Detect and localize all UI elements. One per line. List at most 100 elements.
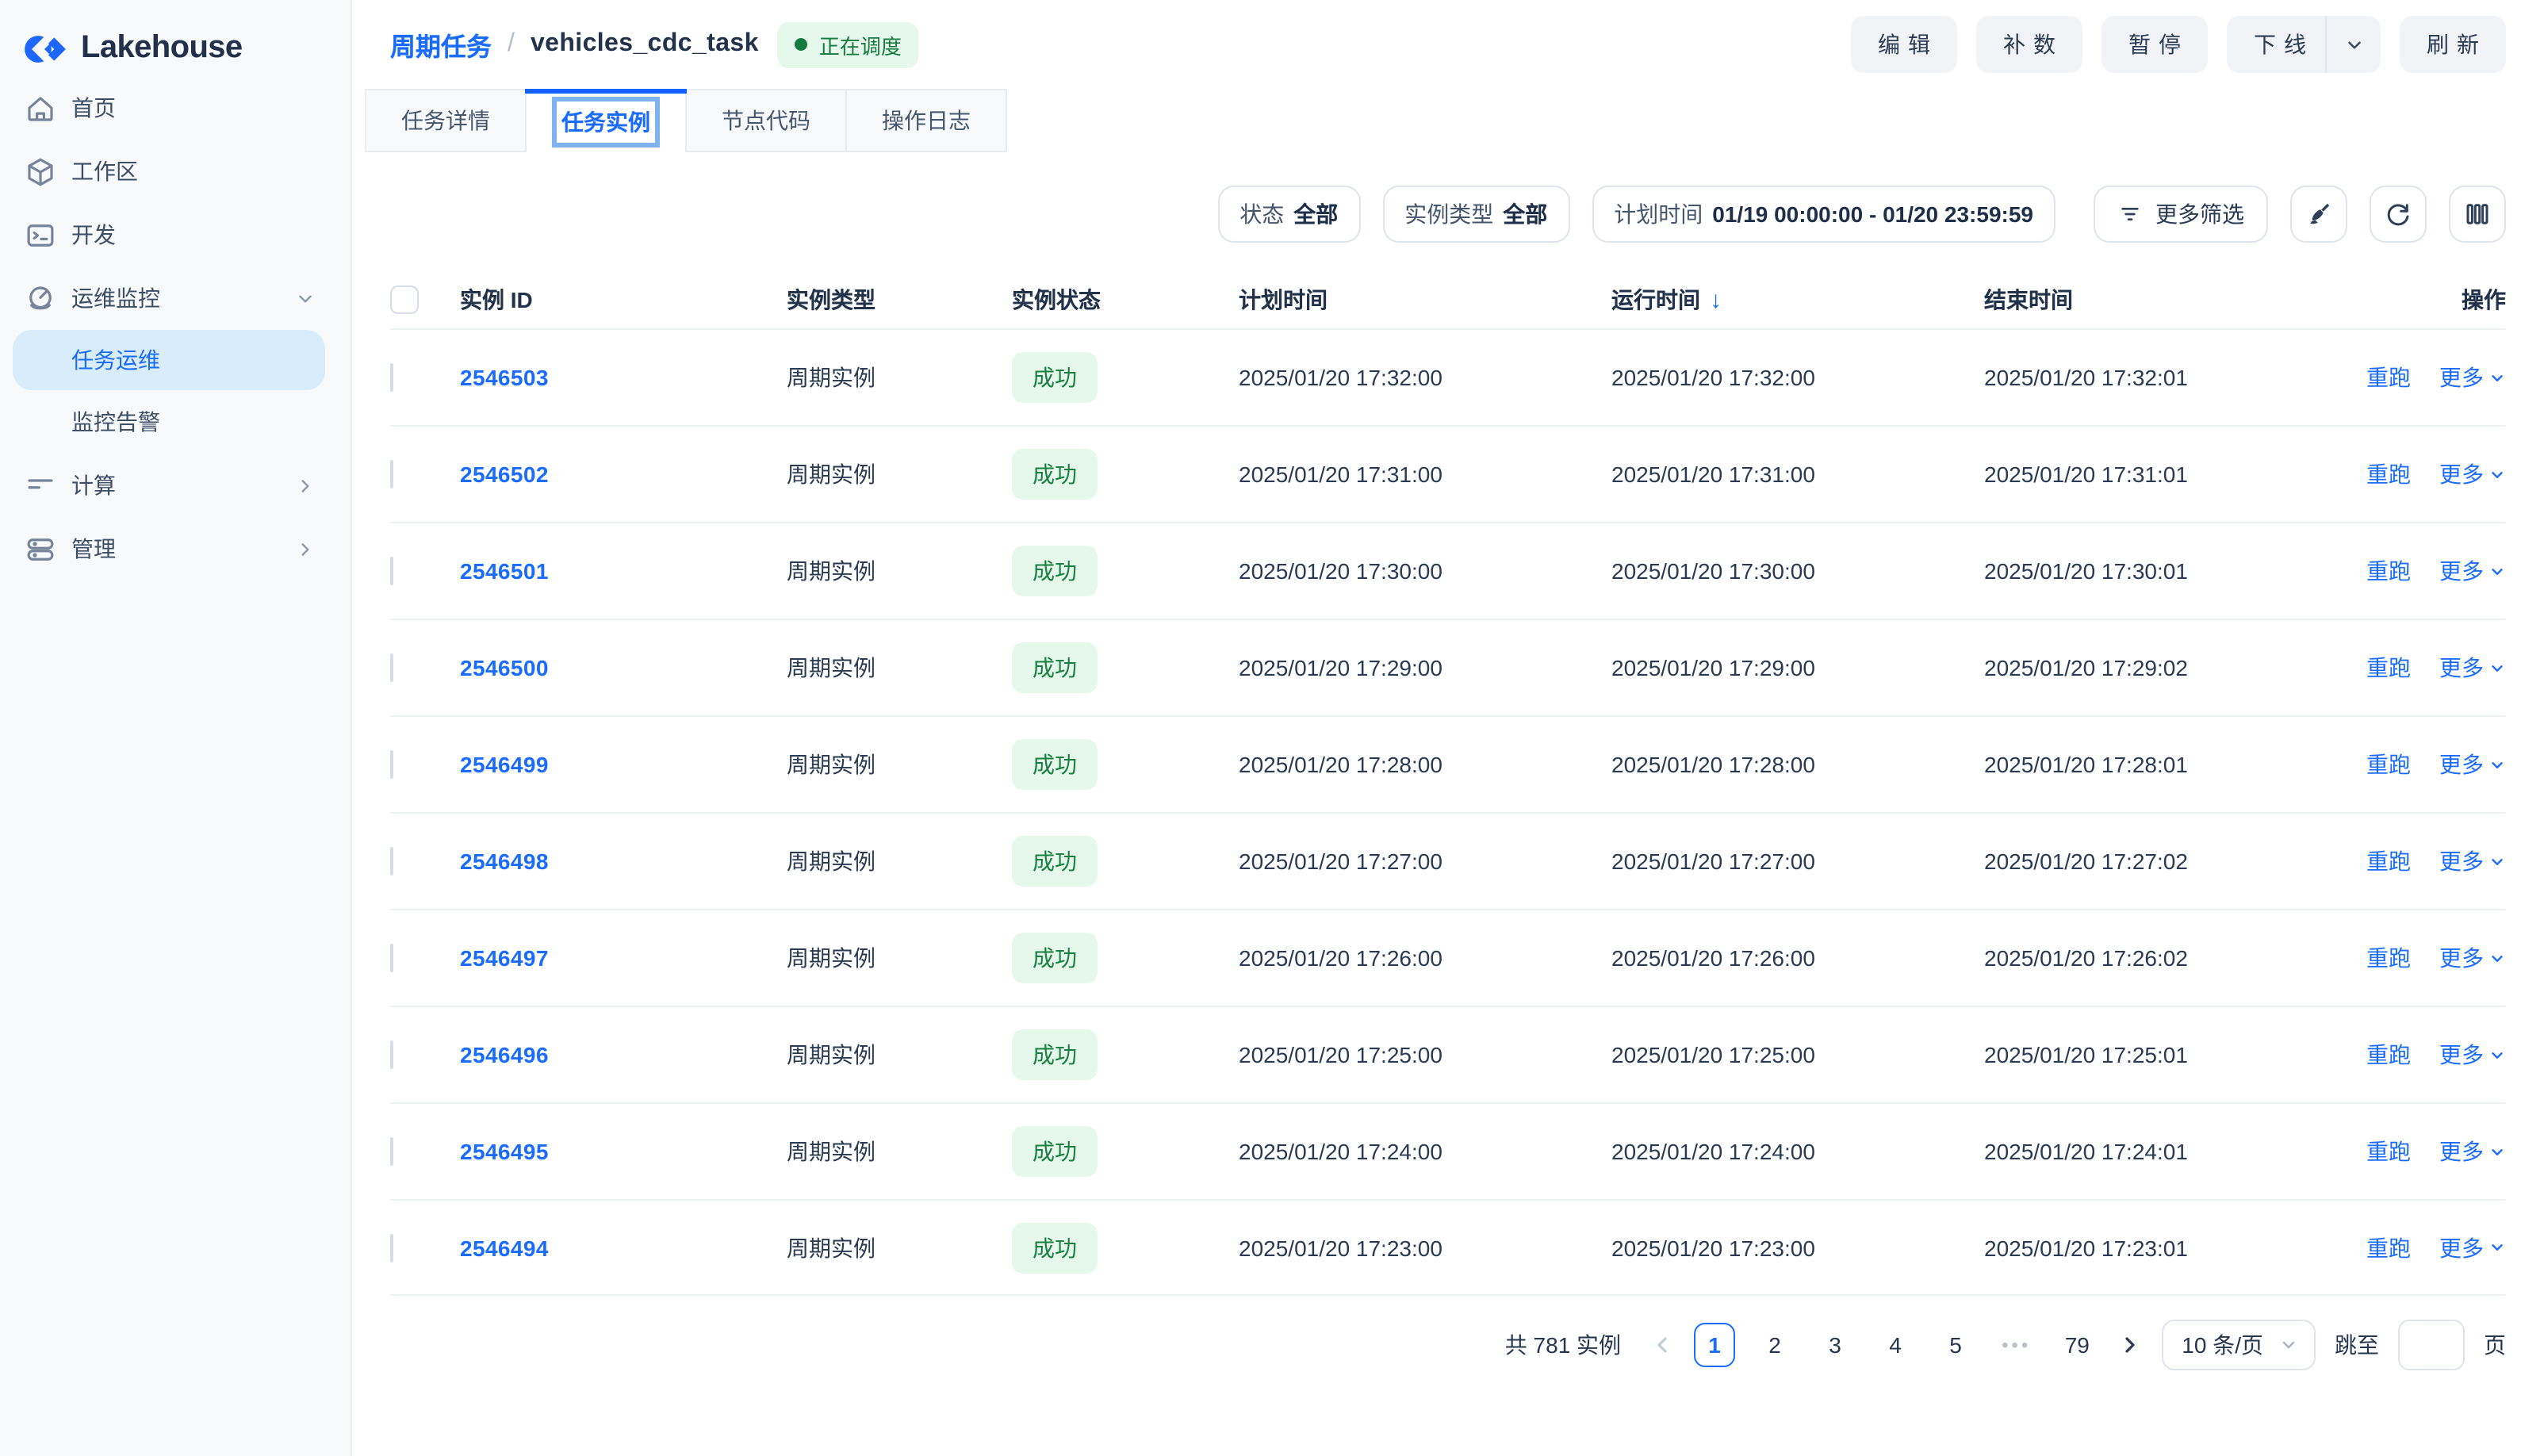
sidebar-item-task-ops[interactable]: 任务运维 bbox=[13, 330, 325, 390]
instance-id-link[interactable]: 2546503 bbox=[460, 365, 549, 390]
instance-id-link[interactable]: 2546498 bbox=[460, 849, 549, 874]
instance-id-link[interactable]: 2546502 bbox=[460, 462, 549, 487]
col-run-time[interactable]: 运行时间 ↓ bbox=[1611, 284, 1984, 316]
pagination-ellipsis[interactable]: ••• bbox=[1995, 1323, 2037, 1367]
rerun-link[interactable]: 重跑 bbox=[2366, 749, 2411, 780]
more-filters-button[interactable]: 更多筛选 bbox=[2094, 186, 2268, 243]
tab-node-code[interactable]: 节点代码 bbox=[687, 89, 847, 152]
more-link[interactable]: 更多 bbox=[2439, 1136, 2506, 1167]
tab-task-details[interactable]: 任务详情 bbox=[365, 89, 527, 152]
more-link[interactable]: 更多 bbox=[2439, 845, 2506, 877]
row-checkbox[interactable] bbox=[390, 557, 393, 585]
pagination-page-3[interactable]: 3 bbox=[1814, 1323, 1856, 1367]
edit-button[interactable]: 编辑 bbox=[1851, 16, 1957, 73]
instance-type-filter[interactable]: 实例类型 全部 bbox=[1382, 186, 1569, 243]
row-checkbox[interactable] bbox=[390, 363, 393, 392]
page-size-select[interactable]: 10 条/页 bbox=[2161, 1320, 2316, 1370]
status-badge: 成功 bbox=[1012, 352, 1098, 403]
instance-id-link[interactable]: 2546501 bbox=[460, 558, 549, 584]
instance-type-cell: 周期实例 bbox=[787, 362, 1012, 393]
offline-dropdown-trigger[interactable] bbox=[2327, 34, 2381, 55]
pagination-page-4[interactable]: 4 bbox=[1875, 1323, 1916, 1367]
column-settings-button[interactable] bbox=[2449, 186, 2506, 243]
tab-operation-log[interactable]: 操作日志 bbox=[847, 89, 1007, 152]
row-checkbox[interactable] bbox=[390, 1233, 393, 1262]
rerun-link[interactable]: 重跑 bbox=[2366, 652, 2411, 684]
instance-id-link[interactable]: 2546499 bbox=[460, 752, 549, 777]
table-row: 2546501 周期实例 成功 2025/01/20 17:30:00 2025… bbox=[390, 522, 2506, 619]
backfill-button[interactable]: 补数 bbox=[1976, 16, 2082, 73]
plan-time-cell: 2025/01/20 17:27:00 bbox=[1239, 849, 1611, 874]
more-link[interactable]: 更多 bbox=[2439, 555, 2506, 587]
end-time-cell: 2025/01/20 17:31:01 bbox=[1984, 462, 2357, 487]
brand-logo[interactable]: Lakehouse bbox=[0, 0, 351, 76]
end-time-cell: 2025/01/20 17:29:02 bbox=[1984, 655, 2357, 680]
row-checkbox[interactable] bbox=[390, 1040, 393, 1069]
tab-task-instances[interactable]: 任务实例 bbox=[527, 89, 687, 152]
rerun-link[interactable]: 重跑 bbox=[2366, 1136, 2411, 1167]
row-checkbox[interactable] bbox=[390, 750, 393, 779]
chevron-down-icon bbox=[2488, 1143, 2506, 1160]
filter-lines-icon bbox=[2117, 201, 2143, 227]
more-link[interactable]: 更多 bbox=[2439, 942, 2506, 974]
row-checkbox[interactable] bbox=[390, 944, 393, 972]
pagination-page-1[interactable]: 1 bbox=[1694, 1323, 1735, 1367]
pagination-page-79[interactable]: 79 bbox=[2056, 1323, 2098, 1367]
rerun-link[interactable]: 重跑 bbox=[2366, 555, 2411, 587]
more-link[interactable]: 更多 bbox=[2439, 652, 2506, 684]
select-all-checkbox[interactable] bbox=[390, 285, 419, 314]
sidebar-item-workspace[interactable]: 工作区 bbox=[0, 140, 351, 203]
instance-id-link[interactable]: 2546500 bbox=[460, 655, 549, 680]
status-filter[interactable]: 状态 全部 bbox=[1217, 186, 1360, 243]
sidebar-item-home[interactable]: 首页 bbox=[0, 76, 351, 140]
sidebar: Lakehouse 首页 工作区 开发 运维监控 任务运维 bbox=[0, 0, 352, 1456]
offline-split-button[interactable]: 下线 bbox=[2227, 16, 2381, 73]
chevron-down-icon bbox=[2488, 1046, 2506, 1063]
pagination-page-5[interactable]: 5 bbox=[1935, 1323, 1976, 1367]
refresh-list-button[interactable] bbox=[2370, 186, 2427, 243]
sidebar-item-develop[interactable]: 开发 bbox=[0, 203, 351, 266]
instance-id-link[interactable]: 2546496 bbox=[460, 1042, 549, 1067]
col-run-time-label: 运行时间 bbox=[1611, 284, 1700, 316]
row-select-cell bbox=[390, 1139, 460, 1164]
row-checkbox[interactable] bbox=[390, 653, 393, 682]
plan-time-filter[interactable]: 计划时间 01/19 00:00:00 - 01/20 23:59:59 bbox=[1592, 186, 2056, 243]
row-checkbox[interactable] bbox=[390, 460, 393, 489]
sidebar-item-ops-monitoring[interactable]: 运维监控 bbox=[0, 266, 351, 330]
row-checkbox[interactable] bbox=[390, 847, 393, 876]
more-link[interactable]: 更多 bbox=[2439, 362, 2506, 393]
row-checkbox[interactable] bbox=[390, 1137, 393, 1166]
sort-desc-icon[interactable]: ↓ bbox=[1710, 286, 1722, 313]
rerun-link[interactable]: 重跑 bbox=[2366, 942, 2411, 974]
pause-button[interactable]: 暂停 bbox=[2101, 16, 2208, 73]
rerun-link[interactable]: 重跑 bbox=[2366, 362, 2411, 393]
more-link[interactable]: 更多 bbox=[2439, 1232, 2506, 1263]
instance-id-link[interactable]: 2546494 bbox=[460, 1235, 549, 1260]
sidebar-item-label: 任务运维 bbox=[71, 344, 160, 376]
sidebar-item-admin[interactable]: 管理 bbox=[0, 517, 351, 580]
instance-id-link[interactable]: 2546495 bbox=[460, 1139, 549, 1164]
rerun-link[interactable]: 重跑 bbox=[2366, 1232, 2411, 1263]
header-actions: 编辑 补数 暂停 下线 刷新 bbox=[1851, 16, 2506, 73]
jump-page-input[interactable] bbox=[2398, 1320, 2465, 1370]
sidebar-item-label: 开发 bbox=[71, 219, 116, 251]
sidebar-item-compute[interactable]: 计算 bbox=[0, 454, 351, 517]
rerun-link[interactable]: 重跑 bbox=[2366, 1039, 2411, 1071]
scheduling-status-badge: 正在调度 bbox=[778, 21, 919, 67]
more-link[interactable]: 更多 bbox=[2439, 458, 2506, 490]
next-page-icon[interactable] bbox=[2117, 1332, 2142, 1358]
prev-page-icon[interactable] bbox=[1649, 1332, 1675, 1358]
rerun-link[interactable]: 重跑 bbox=[2366, 845, 2411, 877]
pagination-page-2[interactable]: 2 bbox=[1754, 1323, 1795, 1367]
refresh-button[interactable]: 刷新 bbox=[2400, 16, 2506, 73]
total-count: 共 781 实例 bbox=[1505, 1329, 1621, 1361]
more-link[interactable]: 更多 bbox=[2439, 749, 2506, 780]
sidebar-item-monitor-alert[interactable]: 监控告警 bbox=[0, 390, 351, 454]
breadcrumb-parent-link[interactable]: 周期任务 bbox=[390, 25, 492, 63]
tab-label: 任务详情 bbox=[401, 105, 490, 136]
instance-id-link[interactable]: 2546497 bbox=[460, 945, 549, 971]
more-link[interactable]: 更多 bbox=[2439, 1039, 2506, 1071]
rerun-link[interactable]: 重跑 bbox=[2366, 458, 2411, 490]
clear-filters-button[interactable] bbox=[2290, 186, 2347, 243]
more-link-label: 更多 bbox=[2439, 652, 2484, 684]
